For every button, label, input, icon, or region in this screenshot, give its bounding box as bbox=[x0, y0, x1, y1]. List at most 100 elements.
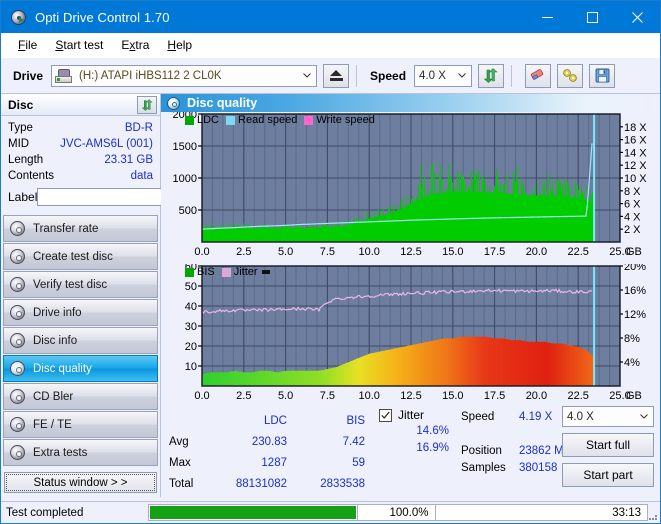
resize-grip[interactable] bbox=[648, 505, 660, 520]
save-button[interactable] bbox=[589, 63, 616, 88]
stats-row-label-avg: Avg bbox=[169, 435, 189, 448]
sidebar-item-label: CD Bler bbox=[33, 390, 74, 403]
minimize-icon[interactable] bbox=[525, 1, 570, 33]
legend-label-ldc: LDC bbox=[197, 114, 220, 126]
disc-icon bbox=[10, 249, 25, 264]
title-bar: Opti Drive Control 1.70 bbox=[1, 1, 660, 33]
svg-text:12 X: 12 X bbox=[624, 160, 647, 172]
disc-icon bbox=[10, 277, 25, 292]
svg-text:8 X: 8 X bbox=[624, 186, 641, 198]
svg-text:22.5: 22.5 bbox=[567, 390, 588, 402]
disc-icon bbox=[10, 445, 25, 460]
sidebar-item-label: Transfer rate bbox=[33, 222, 99, 235]
svg-text:10: 10 bbox=[185, 361, 197, 373]
chevron-down-icon bbox=[458, 72, 466, 78]
speed-label: Speed bbox=[370, 68, 407, 83]
menu-item-start-test[interactable]: Start test bbox=[46, 35, 112, 55]
svg-text:10.0: 10.0 bbox=[358, 390, 379, 402]
stats-max-bis: 59 bbox=[352, 457, 365, 470]
menu-item-extra[interactable]: Extra bbox=[112, 35, 158, 55]
tools-button[interactable] bbox=[557, 63, 584, 88]
readout-block: Speed 4.19 X Position 23862 MB Samples 3… bbox=[461, 408, 571, 476]
sidebar-item-label: Extra tests bbox=[33, 446, 88, 459]
legend-entry-jitter: Jitter bbox=[221, 266, 258, 278]
drive-select[interactable]: (H:) ATAPI iHBS112 2 CL0K bbox=[51, 64, 318, 87]
svg-text:50: 50 bbox=[185, 281, 197, 293]
stats-avg-bis: 7.42 bbox=[342, 435, 365, 448]
svg-text:14 X: 14 X bbox=[624, 147, 647, 159]
svg-text:7.5: 7.5 bbox=[320, 246, 335, 258]
close-icon[interactable] bbox=[615, 1, 660, 33]
ldc-chart: LDC Read speed Write speed 5001000150020… bbox=[161, 112, 660, 262]
svg-text:0.0: 0.0 bbox=[194, 390, 209, 402]
ldc-legend: LDC Read speed Write speed bbox=[185, 113, 382, 127]
eject-button[interactable] bbox=[323, 63, 350, 88]
readout-row-position: Position 23862 MB bbox=[461, 442, 571, 459]
readout-row-samples: Samples 380158 bbox=[461, 459, 571, 476]
eraser-icon bbox=[531, 69, 544, 80]
svg-text:10.0: 10.0 bbox=[358, 246, 379, 258]
sidebar-item-fe-te[interactable]: FE / TE bbox=[3, 411, 158, 438]
svg-text:16%: 16% bbox=[624, 285, 646, 297]
table-row: Total 88131082 2833538 bbox=[169, 476, 371, 495]
sidebar-item-extra-tests[interactable]: Extra tests bbox=[3, 439, 158, 466]
disc-label-label: Label bbox=[8, 190, 38, 204]
speed-select-value: 4.0 X bbox=[419, 69, 446, 82]
start-part-button[interactable]: Start part bbox=[562, 463, 654, 487]
svg-text:20.0: 20.0 bbox=[526, 390, 547, 402]
svg-text:4 X: 4 X bbox=[624, 211, 641, 223]
sidebar: Disc Type BD-R MID JVC-AMS6L (001) Lengt… bbox=[1, 94, 240, 497]
disc-refresh-button[interactable] bbox=[137, 95, 157, 114]
jitter-checkbox[interactable] bbox=[379, 408, 392, 422]
page-title: Disc quality bbox=[187, 96, 258, 110]
start-full-button[interactable]: Start full bbox=[562, 433, 654, 457]
maximize-icon[interactable] bbox=[570, 1, 615, 33]
readout-label-speed: Speed bbox=[461, 410, 495, 423]
legend-entry-write-speed: Write speed bbox=[304, 114, 375, 126]
jitter-avg: 14.6% bbox=[416, 425, 449, 437]
legend-swatch-bis bbox=[185, 267, 194, 277]
sidebar-item-transfer-rate[interactable]: Transfer rate bbox=[3, 215, 158, 242]
disc-type-value: BD-R bbox=[124, 122, 153, 134]
elapsed-time: 33:13 bbox=[434, 505, 648, 520]
jitter-checkbox-row[interactable]: Jitter bbox=[379, 408, 424, 422]
disc-type-label: Type bbox=[8, 122, 33, 134]
drive-select-value: (H:) ATAPI iHBS112 2 CL0K bbox=[79, 69, 222, 82]
nav-list: Transfer rate Create test disc Verify te… bbox=[1, 215, 160, 467]
ldc-plot[interactable]: 5001000150020002 X4 X6 X8 X10 X12 X14 X1… bbox=[161, 112, 660, 262]
svg-text:5.0: 5.0 bbox=[278, 390, 293, 402]
readout-value-samples: 380158 bbox=[519, 461, 558, 474]
legend-swatch-read-speed bbox=[226, 115, 236, 125]
speed-select[interactable]: 4.0 X bbox=[414, 64, 473, 87]
drive-icon bbox=[55, 68, 73, 83]
menu-item-help[interactable]: Help bbox=[158, 35, 201, 55]
sidebar-item-drive-info[interactable]: Drive info bbox=[3, 299, 158, 326]
sidebar-item-verify-test-disc[interactable]: Verify test disc bbox=[3, 271, 158, 298]
test-speed-select[interactable]: 4.0 X bbox=[562, 406, 654, 427]
disc-contents-label: Contents bbox=[8, 170, 55, 182]
disc-mid-value: JVC-AMS6L (001) bbox=[60, 138, 153, 150]
sidebar-item-disc-quality[interactable]: Disc quality bbox=[3, 355, 158, 382]
disc-label-row: Label bbox=[8, 187, 240, 207]
disc-panel-header: Disc bbox=[1, 94, 160, 116]
sidebar-item-disc-info[interactable]: Disc info bbox=[3, 327, 158, 354]
app-icon bbox=[10, 8, 28, 26]
bis-plot[interactable]: 1020304050604%8%12%16%20%0.02.55.07.510.… bbox=[161, 264, 660, 406]
status-window-button[interactable]: Status window > > bbox=[4, 472, 157, 493]
readout-row-speed: Speed 4.19 X bbox=[461, 408, 571, 425]
disc-length-value: 23.31 GB bbox=[104, 154, 153, 166]
refresh-button[interactable] bbox=[478, 63, 505, 88]
sidebar-item-label: Create test disc bbox=[33, 250, 113, 263]
test-speed-value: 4.0 X bbox=[567, 410, 594, 423]
svg-text:6 X: 6 X bbox=[624, 199, 641, 211]
menu-item-file[interactable]: FFileile bbox=[9, 35, 46, 55]
erase-button[interactable] bbox=[525, 63, 552, 88]
disc-contents-value: data bbox=[130, 170, 153, 182]
table-row: Max 1287 59 bbox=[169, 455, 371, 474]
svg-text:5.0: 5.0 bbox=[278, 246, 293, 258]
sidebar-item-create-test-disc[interactable]: Create test disc bbox=[3, 243, 158, 270]
sidebar-item-cd-bler[interactable]: CD Bler bbox=[3, 383, 158, 410]
checkmark-icon bbox=[381, 411, 390, 419]
legend-entry-bis: BIS bbox=[185, 266, 215, 278]
